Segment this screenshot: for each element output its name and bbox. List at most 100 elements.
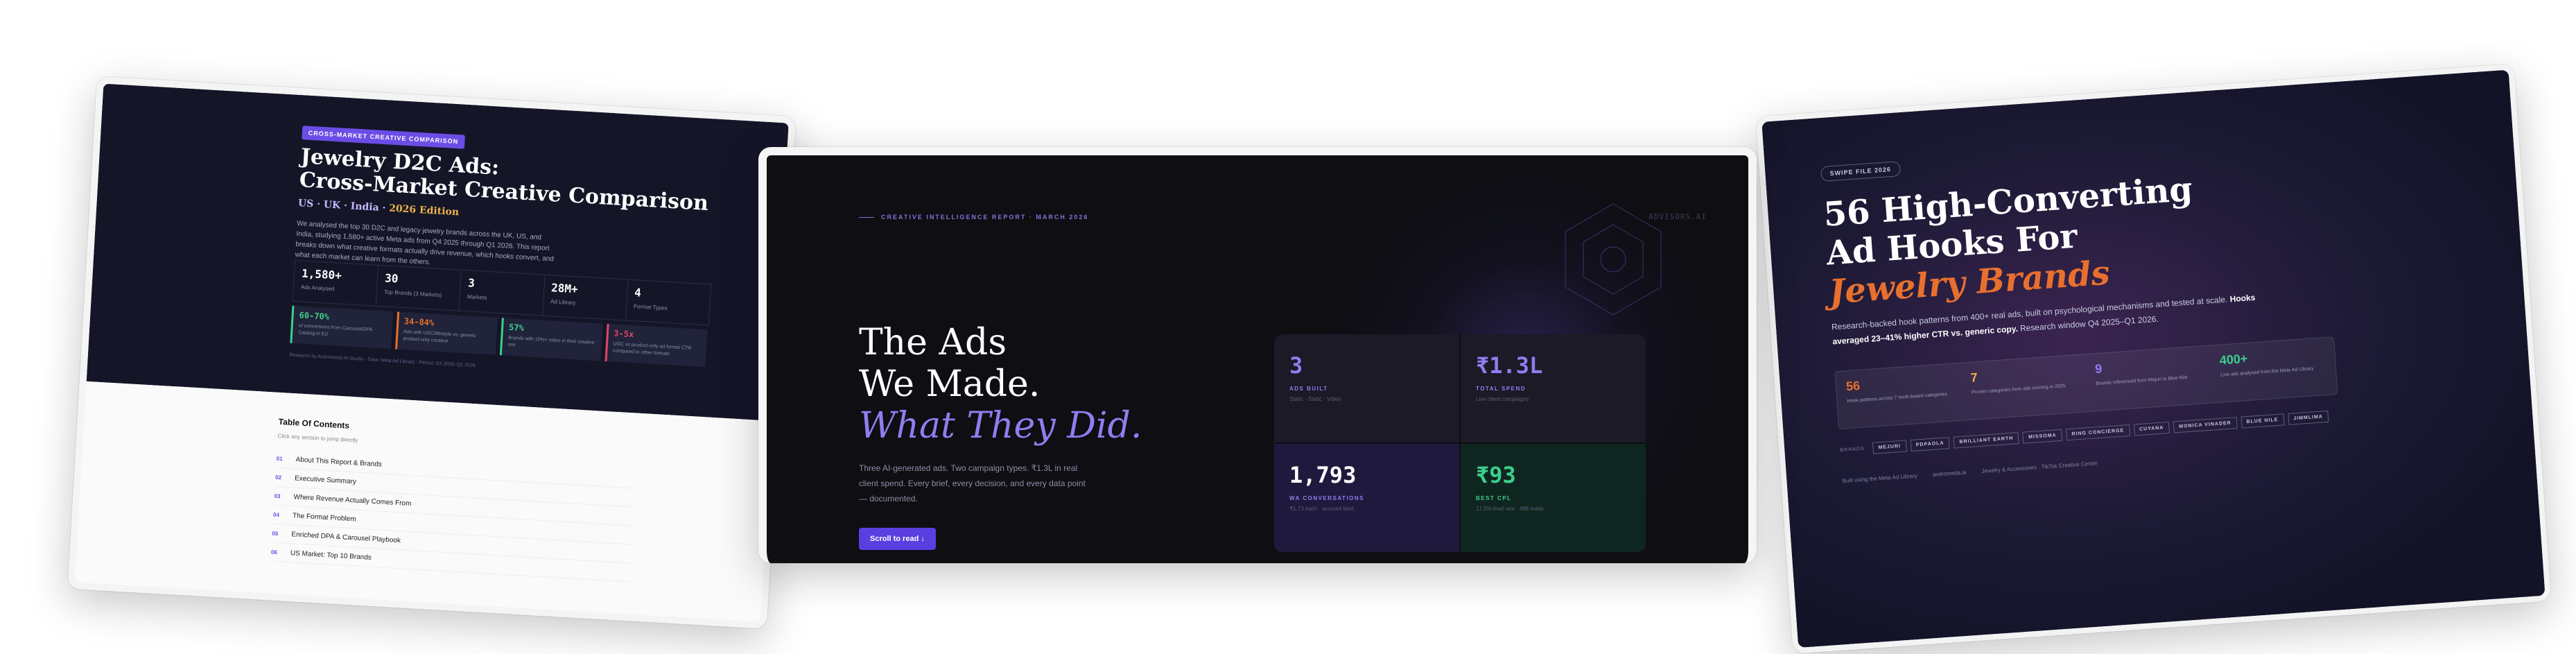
report-card-ad-hooks[interactable]: SWIPE FILE 2026 56 High-Converting Ad Ho… — [1755, 64, 2552, 654]
scroll-to-read-button[interactable]: Scroll to read ↓ — [859, 528, 936, 550]
metric-sub: ₹1.73 each · account best — [1289, 506, 1354, 512]
metric-label: TOTAL SPEND — [1476, 386, 1526, 392]
chip-value: 60-70% — [299, 310, 330, 322]
brand-tag: PDPAOLA — [1910, 437, 1951, 452]
report-description: Three AI-generated ads. Two campaign typ… — [859, 463, 1086, 504]
toc-label: Executive Summary — [294, 474, 357, 485]
footer-link[interactable]: andromeda.ai — [1932, 470, 1966, 478]
stat-value: 1,580+ — [301, 266, 342, 282]
toc-label: About This Report & Brands — [295, 455, 383, 469]
metric-sub: Static · Static · Video — [1289, 396, 1341, 402]
stat-item: 28M+ Ad Library — [542, 275, 629, 320]
stat-value: 400+ — [2219, 351, 2248, 368]
stat-value: 4 — [634, 286, 642, 300]
insight-chip: 60-70% of conversions from Carousel/DPA C… — [290, 305, 393, 350]
stat-item: 7 Proven categories from ads running in 2… — [1960, 354, 2088, 420]
title-line-2: We Made. — [859, 363, 1041, 405]
toc-number: 02 — [275, 474, 282, 481]
stat-label: Ad Library — [550, 298, 576, 307]
toc-number: 04 — [272, 511, 280, 518]
brand-tag: RING CONCIERGE — [2065, 424, 2130, 441]
report-header: CREATIVE INTELLIGENCE REPORT · MARCH 202… — [859, 214, 1088, 221]
brand-tag: MONICA VINADER — [2173, 417, 2238, 433]
insight-chip: 34-84% Ads with UGC/lifestyle vs. generic… — [394, 311, 498, 355]
brand-tag: BRILLIANT EARTH — [1953, 432, 2019, 449]
report-title: The Ads We Made. What They Did. — [859, 322, 1142, 447]
report-title: 56 High-Converting Ad Hooks For Jewelry … — [1822, 170, 2200, 312]
stat-item: 400+ Live ads analysed from the Meta Ad L… — [2209, 337, 2337, 402]
footer-text: Built using the Meta Ad Library — [1842, 472, 1918, 485]
edition-text: 2026 Edition — [388, 203, 460, 218]
header-rule — [859, 216, 874, 218]
hero-section: CROSS-MARKET CREATIVE COMPARISON Jewelry… — [86, 83, 789, 421]
stat-label: Hook patterns across 7 hook-based catego… — [1847, 392, 1948, 404]
stat-value: 9 — [2094, 361, 2103, 377]
brand-tag: CUYANA — [2133, 421, 2170, 436]
stat-value: 30 — [384, 271, 399, 286]
insight-chip: 3-5x UGC vs product-only ad format CTR co… — [604, 323, 708, 368]
report-footnote: Research by Andromeda AI Studio · Data: … — [289, 352, 476, 369]
stat-label: Brands referenced from Mejuri to Blue Ni… — [2096, 375, 2188, 387]
metric-label: ADS BUILT — [1289, 386, 1328, 392]
toc-label: Enriched DPA & Carousel Playbook — [291, 530, 401, 544]
stat-value: 28M+ — [550, 281, 579, 296]
metric-value: 3 — [1289, 352, 1303, 379]
report-footer: Built using the Meta Ad Library andromed… — [1842, 460, 2098, 484]
chip-text: Brands with 10%+ video in their creative… — [507, 335, 595, 348]
stat-value: 3 — [467, 276, 476, 290]
report-tag: SWIPE FILE 2026 — [1820, 161, 1901, 182]
title-line-1: The Ads — [859, 322, 1007, 363]
toc-label: Where Revenue Actually Comes From — [293, 492, 412, 508]
metric-label: BEST CPL — [1476, 495, 1512, 501]
metric-card: ₹1.3L TOTAL SPEND Live client campaigns — [1461, 334, 1646, 442]
toc-number: 06 — [270, 549, 278, 556]
metric-value: ₹93 — [1476, 462, 1516, 488]
stat-item: 4 Format Types — [626, 280, 711, 325]
metric-card: 1,793 WA CONVERSATIONS ₹1.73 each · acco… — [1274, 444, 1459, 552]
brand-tag: MISSOMA — [2022, 429, 2063, 444]
stat-label: Proven categories from ads running in 20… — [1971, 384, 2066, 395]
stat-label: Markets — [467, 293, 487, 301]
stat-label: Live ads analysed from the Meta Ad Libra… — [2220, 366, 2314, 378]
report-card-ads-we-made[interactable]: CREATIVE INTELLIGENCE REPORT · MARCH 202… — [758, 147, 1757, 563]
chip-text: Ads with UGC/lifestyle vs. generic produ… — [403, 329, 477, 344]
stat-value: 7 — [1969, 370, 1978, 385]
toc-label: The Format Problem — [292, 511, 356, 524]
stat-label: Ads Analysed — [300, 284, 335, 293]
brand-tag: BLUE NILE — [2240, 413, 2285, 429]
stat-label: Format Types — [633, 303, 668, 311]
header-text: CREATIVE INTELLIGENCE REPORT · MARCH 202… — [881, 214, 1089, 221]
toc-number: 05 — [272, 530, 279, 537]
chip-text: of conversions from Carousel/DPA Catalog… — [297, 323, 373, 337]
stat-value: 56 — [1845, 378, 1861, 394]
toc-list: 01 About This Report & Brands 02 Executive… — [270, 449, 637, 583]
stat-item: 30 Top Brands (3 Markets) — [376, 265, 462, 311]
brand-tag: MEJURI — [1872, 440, 1907, 454]
chip-text: UGC vs product-only ad format CTR compar… — [612, 341, 692, 357]
toc-number: 01 — [276, 455, 283, 462]
stat-item: 56 Hook patterns across 7 hook-based cate… — [1836, 363, 1964, 429]
brands-label: BRANDS — [1840, 446, 1865, 454]
report-card-cross-market[interactable]: CROSS-MARKET CREATIVE COMPARISON Jewelry… — [67, 76, 797, 629]
toc-label: US Market: Top 10 Brands — [290, 549, 372, 562]
stat-label: Top Brands (3 Markets) — [383, 289, 442, 299]
metric-sub: 17.5% lead rate · 486 leads — [1476, 506, 1544, 512]
markets-text: US · UK · India · — [297, 198, 386, 214]
title-line-3: What They Did. — [859, 405, 1142, 447]
brand-tag: JIMMLIMA — [2287, 410, 2329, 425]
metric-label: WA CONVERSATIONS — [1289, 495, 1365, 501]
chip-value: 3-5x — [613, 328, 634, 340]
metric-value: ₹1.3L — [1476, 352, 1543, 379]
chip-value: 34-84% — [403, 316, 435, 328]
toc-number: 03 — [274, 492, 281, 499]
metric-value: 1,793 — [1289, 462, 1357, 488]
chip-value: 57% — [508, 322, 525, 334]
metrics-grid: 3 ADS BUILT Static · Static · Video ₹1.3… — [1274, 334, 1646, 552]
footer-text: Jewelry & Accessories · TikTok Creative … — [1981, 460, 2098, 474]
stat-item: 9 Brands referenced from Mejuri to Blue N… — [2085, 346, 2213, 411]
brand-logo: ADVISORS.AI — [1648, 212, 1707, 221]
report-subtitle: US · UK · India · 2026 Edition — [297, 198, 459, 218]
stat-item: 1,580+ Ads Analysed — [293, 260, 379, 306]
metric-card: ₹93 BEST CPL 17.5% lead rate · 486 leads — [1461, 444, 1646, 552]
stat-item: 3 Markets — [459, 270, 546, 316]
